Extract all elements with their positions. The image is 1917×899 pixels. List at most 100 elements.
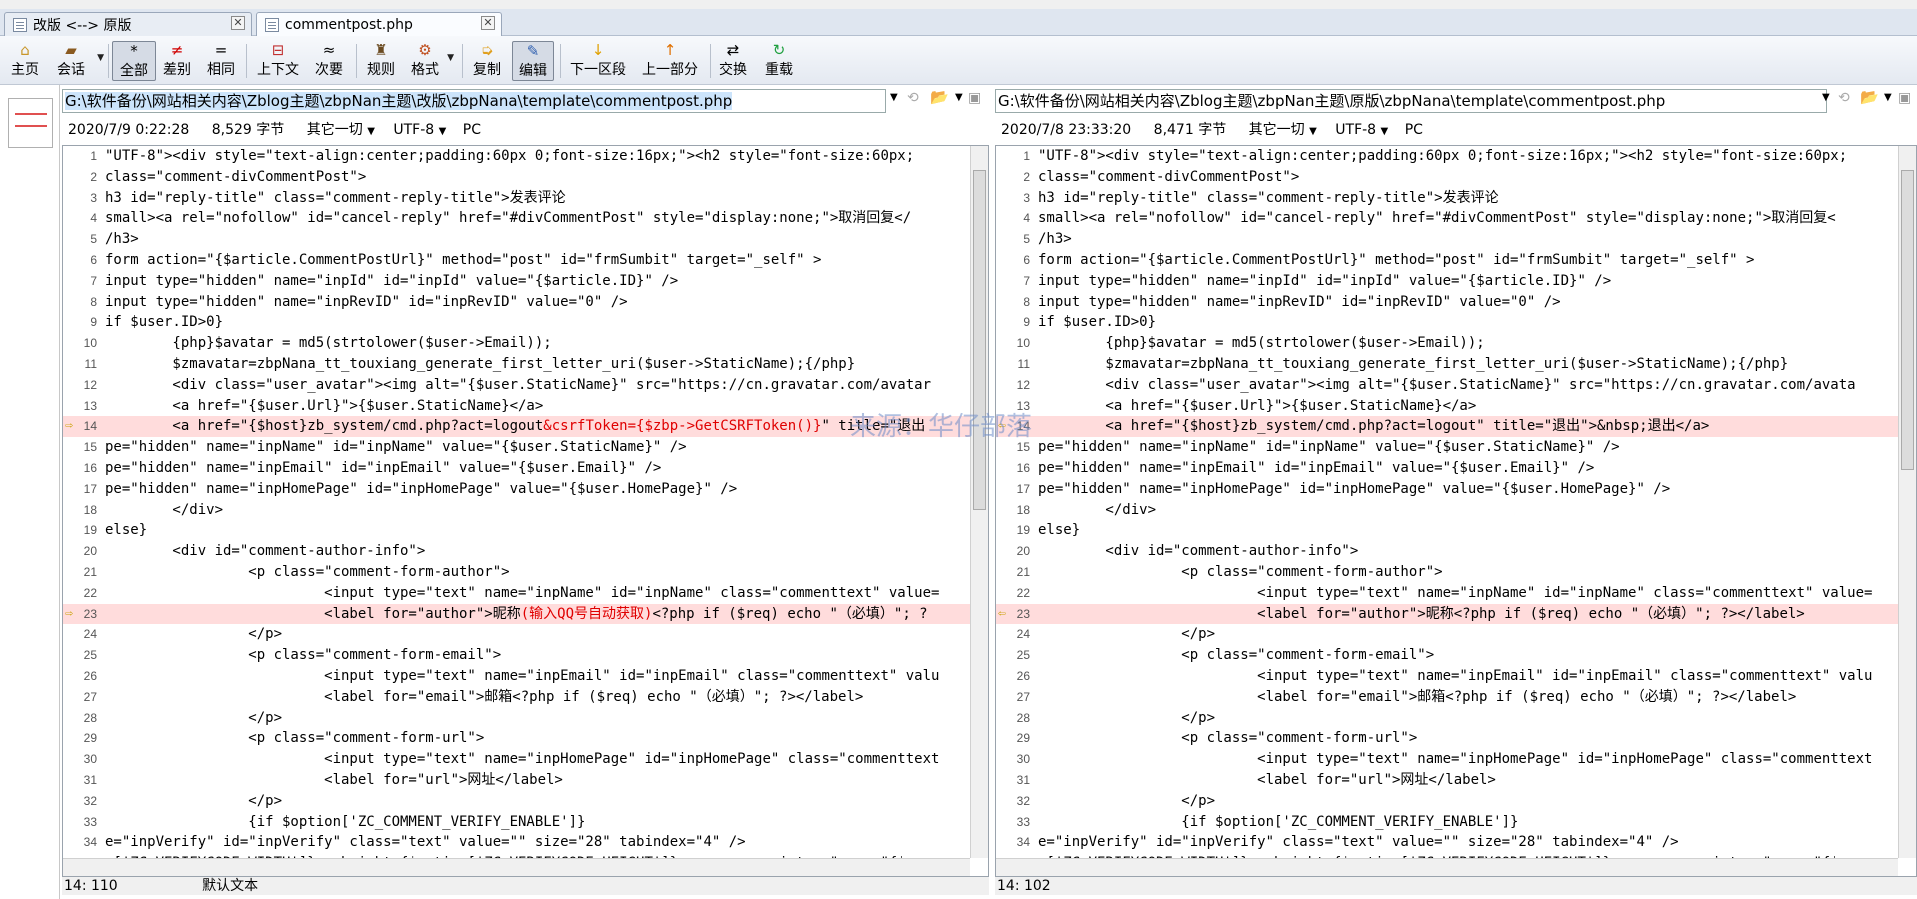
same-button[interactable]: = 相同 xyxy=(204,41,238,81)
code-line[interactable]: 22 <input type="text" name="inpName" id=… xyxy=(996,583,1898,604)
code-line[interactable]: 18 </div> xyxy=(996,500,1898,521)
code-line[interactable]: 27 <label for="email">邮箱<?php if ($req) … xyxy=(996,687,1898,708)
code-line[interactable]: 9 if $user.ID>0} xyxy=(996,312,1898,333)
code-line[interactable]: 26 <input type="text" name="inpEmail" id… xyxy=(996,666,1898,687)
code-line[interactable]: 16 pe="hidden" name="inpEmail" id="inpEma… xyxy=(63,458,970,479)
code-line[interactable]: 24 </p> xyxy=(63,624,970,645)
code-line[interactable]: 3 h3 id="reply-title" class="comment-repl… xyxy=(996,188,1898,209)
left-editor[interactable]: 1 "UTF-8"><div style="text-align:center;p… xyxy=(62,145,989,877)
code-line[interactable]: 27 <label for="email">邮箱<?php if ($req) … xyxy=(63,687,970,708)
code-line[interactable]: 1 "UTF-8"><div style="text-align:center;p… xyxy=(63,146,970,167)
code-line[interactable]: 18 </div> xyxy=(63,500,970,521)
code-line[interactable]: 30 <input type="text" name="inpHomePage"… xyxy=(63,749,970,770)
rules-button[interactable]: ♜ 规则 xyxy=(364,41,398,81)
code-line[interactable]: 21 <p class="comment-form-author"> xyxy=(63,562,970,583)
all-button[interactable]: * 全部 xyxy=(112,41,156,81)
left-code-lines[interactable]: 1 "UTF-8"><div style="text-align:center;p… xyxy=(63,146,970,858)
right-vscroll-thumb[interactable] xyxy=(1901,170,1914,470)
code-line[interactable]: 12 <div class="user_avatar"><img alt="{$… xyxy=(63,375,970,396)
right-history-icon[interactable]: ⟲ xyxy=(1838,90,1850,106)
code-line[interactable]: 31 <label for="url">网址</label> xyxy=(63,770,970,791)
left-horizontal-scrollbar[interactable] xyxy=(63,858,970,876)
code-line[interactable]: 6 form action="{$article.CommentPostUrl}"… xyxy=(63,250,970,271)
close-icon[interactable]: ✕ xyxy=(231,16,245,30)
code-line[interactable]: 16 pe="hidden" name="inpEmail" id="inpEma… xyxy=(996,458,1898,479)
code-line[interactable]: 33 {if $option['ZC_COMMENT_VERIFY_ENABLE… xyxy=(63,812,970,833)
code-line[interactable]: 19 else} xyxy=(996,520,1898,541)
code-line[interactable]: 4 small><a rel="nofollow" id="cancel-repl… xyxy=(996,208,1898,229)
code-line[interactable]: 33 {if $option['ZC_COMMENT_VERIFY_ENABLE… xyxy=(996,812,1898,833)
left-history-icon[interactable]: ⟲ xyxy=(907,90,919,106)
code-line[interactable]: 6 form action="{$article.CommentPostUrl}"… xyxy=(996,250,1898,271)
code-line[interactable]: 10 {php}$avatar = md5(strtolower($user->… xyxy=(63,333,970,354)
code-line[interactable]: 26 <input type="text" name="inpEmail" id… xyxy=(63,666,970,687)
code-line[interactable]: 7 input type="hidden" name="inpId" id="in… xyxy=(996,271,1898,292)
right-vertical-scrollbar[interactable] xyxy=(1898,146,1916,858)
code-line[interactable]: 32 </p> xyxy=(63,791,970,812)
code-line[interactable]: 8 input type="hidden" name="inpRevID" id=… xyxy=(996,292,1898,313)
code-line[interactable]: 1 "UTF-8"><div style="text-align:center;p… xyxy=(996,146,1898,167)
prev-section-button[interactable]: ↑ 上一部分 xyxy=(638,41,702,81)
left-syntax-mode[interactable]: 默认文本 xyxy=(202,878,258,894)
swap-button[interactable]: ⇄ 交换 xyxy=(716,41,750,81)
right-folder-dropdown-icon[interactable]: ▼ xyxy=(1884,92,1892,103)
diff-line[interactable]: ⇦ 23 <label for="author">昵称<?php if ($req… xyxy=(996,603,1898,625)
left-save-icon[interactable]: ▣ xyxy=(968,90,981,106)
code-line[interactable]: 10 {php}$avatar = md5(strtolower($user->… xyxy=(996,333,1898,354)
left-folder-dropdown-icon[interactable]: ▼ xyxy=(955,92,963,103)
reload-button[interactable]: ↻ 重载 xyxy=(762,41,796,81)
code-line[interactable]: 20 <div id="comment-author-info"> xyxy=(996,541,1898,562)
left-open-folder-icon[interactable]: 📂 xyxy=(930,88,949,106)
code-line[interactable]: 29 <p class="comment-form-url"> xyxy=(63,728,970,749)
right-editor[interactable]: 1 "UTF-8"><div style="text-align:center;p… xyxy=(995,145,1917,877)
right-save-icon[interactable]: ▣ xyxy=(1898,90,1911,106)
left-path-dropdown-icon[interactable]: ▼ xyxy=(890,92,898,103)
tab-file[interactable]: commentpost.php ✕ xyxy=(256,12,502,36)
code-line[interactable]: 30 <input type="text" name="inpHomePage"… xyxy=(996,749,1898,770)
edit-button[interactable]: ✎ 编辑 xyxy=(512,41,554,81)
right-encoding-select[interactable]: UTF-8 ▼ xyxy=(1335,122,1388,138)
left-path-field[interactable]: G:\软件备份\网站相关内容\Zblog主题\zbpNan主题\改版\zbpNa… xyxy=(62,89,886,113)
diff-thumbnail[interactable] xyxy=(8,98,53,148)
diff-line[interactable]: ⇨ 14 <a href="{$host}zb_system/cmd.php?ac… xyxy=(63,416,970,438)
code-line[interactable]: 5/h3> xyxy=(63,229,970,250)
code-line[interactable]: 2 class="comment-divCommentPost"> xyxy=(996,167,1898,188)
right-platform[interactable]: PC xyxy=(1405,122,1423,138)
left-platform[interactable]: PC xyxy=(463,122,481,138)
code-line[interactable]: 11 $zmavatar=zbpNana_tt_touxiang_generat… xyxy=(996,354,1898,375)
code-line[interactable]: 8 input type="hidden" name="inpRevID" id=… xyxy=(63,292,970,313)
code-line[interactable]: 25 <p class="comment-form-email"> xyxy=(63,645,970,666)
left-eol-select[interactable]: 其它一切 ▼ xyxy=(307,122,375,138)
home-button[interactable]: ⌂ 主页 xyxy=(8,41,42,81)
close-icon[interactable]: ✕ xyxy=(481,16,495,30)
right-eol-select[interactable]: 其它一切 ▼ xyxy=(1249,122,1317,138)
code-line[interactable]: 25 <p class="comment-form-email"> xyxy=(996,645,1898,666)
code-line[interactable]: 20 <div id="comment-author-info"> xyxy=(63,541,970,562)
code-line[interactable]: 28 </p> xyxy=(63,708,970,729)
right-code-lines[interactable]: 1 "UTF-8"><div style="text-align:center;p… xyxy=(996,146,1898,858)
code-line[interactable]: 2 class="comment-divCommentPost"> xyxy=(63,167,970,188)
diff-line[interactable]: ⇦ 14 <a href="{$host}zb_system/cmd.php?ac… xyxy=(996,416,1898,438)
code-line[interactable]: 29 <p class="comment-form-url"> xyxy=(996,728,1898,749)
code-line[interactable]: 9 if $user.ID>0} xyxy=(63,312,970,333)
right-path-field[interactable]: G:\软件备份\网站相关内容\Zblog主题\zbpNan主题\原版\zbpNa… xyxy=(995,89,1827,113)
code-line[interactable]: 15 pe="hidden" name="inpName" id="inpName… xyxy=(63,437,970,458)
code-line[interactable]: 34 e="inpVerify" id="inpVerify" class="te… xyxy=(996,832,1898,853)
context-button[interactable]: ⊟ 上下文 xyxy=(254,41,302,81)
code-line[interactable]: 24 </p> xyxy=(996,624,1898,645)
thumbnail-strip[interactable] xyxy=(0,85,60,899)
diff-line[interactable]: ⇨ 23 <label for="author">昵称(输入QQ号自动获取)<?p… xyxy=(63,603,970,625)
code-line[interactable]: 28 </p> xyxy=(996,708,1898,729)
left-vscroll-thumb[interactable] xyxy=(973,170,986,510)
code-line[interactable]: 3 h3 id="reply-title" class="comment-repl… xyxy=(63,188,970,209)
code-line[interactable]: 15 pe="hidden" name="inpName" id="inpName… xyxy=(996,437,1898,458)
menu-bar[interactable] xyxy=(0,0,1917,9)
code-line[interactable]: 11 $zmavatar=zbpNana_tt_touxiang_generat… xyxy=(63,354,970,375)
right-horizontal-scrollbar[interactable] xyxy=(996,858,1898,876)
session-button[interactable]: ▰ 会话 ▼ xyxy=(50,41,104,81)
code-line[interactable]: 4 small><a rel="nofollow" id="cancel-repl… xyxy=(63,208,970,229)
right-open-folder-icon[interactable]: 📂 xyxy=(1860,88,1879,106)
tab-session[interactable]: 改版 <--> 原版 ✕ xyxy=(4,12,252,36)
chevron-down-icon[interactable]: ▼ xyxy=(97,53,104,63)
format-button[interactable]: ⚙ 格式 ▼ xyxy=(408,41,454,81)
